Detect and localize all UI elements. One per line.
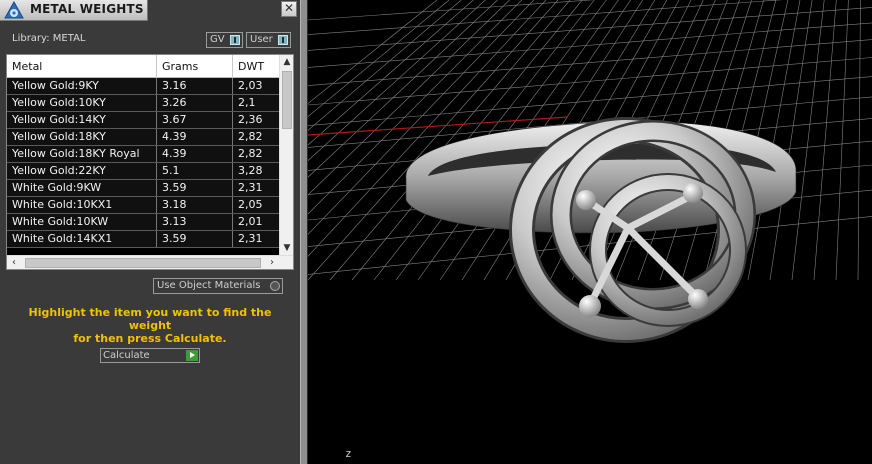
metal-cell: White Gold:10KX1 xyxy=(7,197,157,213)
grams-cell: 3.18 xyxy=(157,197,233,213)
horizontal-scroll-thumb[interactable] xyxy=(25,258,261,268)
metal-cell: Yellow Gold:18KY xyxy=(7,129,157,145)
use-object-materials-toggle[interactable]: Use Object Materials xyxy=(153,278,283,294)
grams-cell: 3.59 xyxy=(157,231,233,247)
dwt-cell: 2,82 xyxy=(238,147,263,160)
table-row[interactable]: Yellow Gold:9KY 3.16 2,03 xyxy=(7,78,279,95)
table-row[interactable]: White Gold:10KW 3.13 2,01 xyxy=(7,214,279,231)
panel-title-tab[interactable]: METAL WEIGHTS xyxy=(0,0,148,21)
grams-cell: 3.67 xyxy=(157,112,233,128)
scroll-left-arrow-icon[interactable]: ‹ xyxy=(7,256,21,270)
instruction-line-2: for then press Calculate. xyxy=(73,332,227,345)
column-header-grams[interactable]: Grams xyxy=(157,55,233,78)
metal-cell: Yellow Gold:14KY xyxy=(7,112,157,128)
table-body: Yellow Gold:9KY 3.16 2,03 Yellow Gold:10… xyxy=(7,78,279,255)
table-horizontal-scrollbar[interactable]: ‹ › xyxy=(7,255,293,269)
instruction-line-1: Highlight the item you want to find the … xyxy=(28,306,272,332)
metal-cell: Yellow Gold:9KY xyxy=(7,78,157,94)
table-row[interactable]: Yellow Gold:14KY 3.67 2,36 xyxy=(7,112,279,129)
panel-titlebar: METAL WEIGHTS ✕ xyxy=(0,0,300,22)
column-header-dwt[interactable]: DWT xyxy=(233,55,279,78)
z-axis-label: z xyxy=(345,447,352,460)
calculate-label: Calculate xyxy=(103,350,150,361)
metal-cell: Yellow Gold:10KY xyxy=(7,95,157,111)
user-label: User xyxy=(250,34,273,45)
dwt-cell: 2,36 xyxy=(238,113,263,126)
metal-cell: Yellow Gold:18KY Royal xyxy=(7,146,157,162)
dwt-cell: 2,82 xyxy=(238,130,263,143)
dwt-cell: 2,31 xyxy=(238,232,263,245)
table-vertical-scrollbar[interactable]: ▲ ▼ xyxy=(279,55,293,255)
table-row[interactable]: White Gold:9KW 3.59 2,31 xyxy=(7,180,279,197)
dwt-cell: 2,03 xyxy=(238,79,263,92)
table-header: Metal Grams DWT xyxy=(7,55,279,78)
metal-weights-app-icon xyxy=(4,1,24,19)
instruction-text: Highlight the item you want to find the … xyxy=(12,306,288,345)
use-object-materials-label: Use Object Materials xyxy=(157,280,261,291)
table-row[interactable]: Yellow Gold:22KY 5.1 3,28 xyxy=(7,163,279,180)
table-row[interactable]: Yellow Gold:18KY Royal 4.39 2,82 xyxy=(7,146,279,163)
panel-title: METAL WEIGHTS xyxy=(30,2,144,16)
metal-cell: White Gold:10KW xyxy=(7,214,157,230)
dwt-cell: 2,31 xyxy=(238,181,263,194)
play-arrow-icon xyxy=(186,350,198,361)
grams-cell: 3.13 xyxy=(157,214,233,230)
metal-weights-table: Metal Grams DWT Yellow Gold:9KY 3.16 2,0… xyxy=(6,54,294,270)
grams-cell: 4.39 xyxy=(157,129,233,145)
metal-cell: White Gold:14KX1 xyxy=(7,231,157,247)
dwt-cell: 2,1 xyxy=(238,96,256,109)
metal-weights-panel: METAL WEIGHTS ✕ Library: METAL GV User M… xyxy=(0,0,300,464)
dwt-cell: 2,05 xyxy=(238,198,263,211)
ring-model xyxy=(405,117,797,343)
library-label: Library: METAL xyxy=(12,33,86,44)
close-button[interactable]: ✕ xyxy=(281,1,297,17)
table-row[interactable]: Yellow Gold:18KY 4.39 2,82 xyxy=(7,129,279,146)
table-row[interactable]: White Gold:14KX1 3.59 2,31 xyxy=(7,231,279,248)
dwt-cell: 3,28 xyxy=(238,164,263,177)
vertical-scroll-thumb[interactable] xyxy=(282,71,292,129)
metal-cell: White Gold:9KW xyxy=(7,180,157,196)
panel-splitter[interactable] xyxy=(300,0,308,464)
table-row[interactable]: Yellow Gold:10KY 3.26 2,1 xyxy=(7,95,279,112)
viewport-canvas xyxy=(308,0,872,343)
scroll-up-arrow-icon[interactable]: ▲ xyxy=(280,55,294,69)
gv-toggle-button[interactable]: GV xyxy=(206,32,243,48)
scroll-down-arrow-icon[interactable]: ▼ xyxy=(280,241,294,255)
radio-indicator-icon xyxy=(270,281,280,291)
grams-cell: 3.26 xyxy=(157,95,233,111)
grams-cell: 5.1 xyxy=(157,163,233,179)
grams-cell: 3.16 xyxy=(157,78,233,94)
3d-viewport[interactable] xyxy=(308,0,872,464)
user-toggle-button[interactable]: User xyxy=(246,32,291,48)
grams-cell: 3.59 xyxy=(157,180,233,196)
table-row[interactable]: White Gold:10KX1 3.18 2,05 xyxy=(7,197,279,214)
gv-label: GV xyxy=(210,34,225,45)
calculate-button[interactable]: Calculate xyxy=(100,348,200,363)
dwt-cell: 2,01 xyxy=(238,215,263,228)
metal-cell: Yellow Gold:22KY xyxy=(7,163,157,179)
column-header-metal[interactable]: Metal xyxy=(7,55,157,78)
user-info-icon xyxy=(278,35,288,45)
scroll-right-arrow-icon[interactable]: › xyxy=(265,256,279,270)
gv-info-icon xyxy=(230,35,240,45)
grams-cell: 4.39 xyxy=(157,146,233,162)
